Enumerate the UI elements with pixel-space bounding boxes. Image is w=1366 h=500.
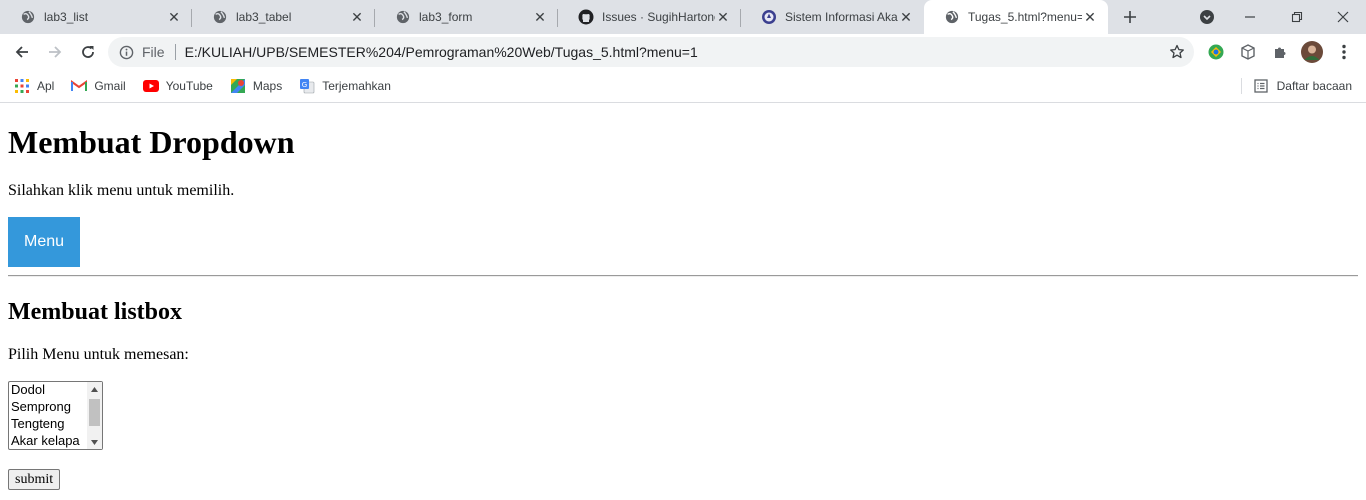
bookmark-star-icon[interactable] [1167,42,1187,62]
globe-icon [395,9,411,25]
close-tab-icon[interactable]: ✕ [715,9,731,25]
address-url[interactable]: E:/KULIAH/UPB/SEMESTER%204/Pemrograman%2… [185,44,1167,60]
reading-list[interactable]: Daftar bacaan [1240,70,1352,102]
address-divider [174,44,176,60]
menu-button[interactable]: Menu [8,217,80,267]
bookmark-youtube[interactable]: YouTube [142,78,213,94]
menu-listbox[interactable]: Dodol Semprong Tengteng Akar kelapa [8,381,103,450]
extension-green-icon[interactable] [1206,42,1226,62]
tab-sistem-informasi[interactable]: Sistem Informasi Akad ✕ [741,0,924,34]
back-arrow-icon[interactable] [8,38,36,66]
tab-strip: lab3_list ✕ lab3_tabel ✕ lab3_form ✕ Iss… [0,0,1366,34]
listbox-scrollbar[interactable] [87,382,102,449]
bookmark-label: Terjemahkan [322,79,391,93]
info-icon[interactable] [117,43,135,61]
bookmark-gmail[interactable]: Gmail [71,78,126,94]
extension-cube-icon[interactable] [1238,42,1258,62]
section-title: Membuat listbox [8,299,182,325]
tab-lab3-tabel[interactable]: lab3_tabel ✕ [192,0,375,34]
more-menu-icon[interactable] [1334,42,1354,62]
scheme-label: File [142,44,165,60]
globe-icon [20,9,36,25]
address-bar[interactable]: File E:/KULIAH/UPB/SEMESTER%204/Pemrogra… [108,37,1194,67]
tab-github-issues[interactable]: Issues · SugihHartono/ ✕ [558,0,741,34]
bookmarks-divider [1240,78,1242,94]
plus-icon[interactable] [1116,3,1144,31]
bookmark-maps[interactable]: Maps [230,78,282,94]
maps-icon [230,78,246,94]
reload-icon[interactable] [74,38,102,66]
tab-lab3-list[interactable]: lab3_list ✕ [0,0,192,34]
github-icon [578,9,594,25]
scroll-up-arrow-icon[interactable] [87,382,102,396]
bookmark-label: Apl [37,79,55,93]
scroll-down-arrow-icon[interactable] [87,435,102,449]
apps-grid-icon [14,78,30,94]
tab-search-icon[interactable] [1193,0,1221,34]
gmail-icon [71,78,88,94]
reading-list-icon [1253,78,1269,94]
restore-icon[interactable] [1283,0,1311,34]
tab-title: lab3_tabel [236,10,292,24]
tab-title: lab3_list [44,10,89,24]
close-tab-icon[interactable]: ✕ [1082,9,1098,25]
submit-button[interactable]: submit [8,469,61,490]
bookmark-label: YouTube [165,79,213,93]
translate-icon: G [299,78,315,94]
tab-title: Sistem Informasi Akad [785,10,898,24]
tab-title: Tugas_5.html?menu=1 [968,10,1082,24]
close-tab-icon[interactable]: ✕ [898,9,914,25]
minimize-icon[interactable] [1236,0,1264,34]
page-title: Membuat Dropdown [8,124,295,160]
globe-icon [212,9,228,25]
bookmark-apl[interactable]: Apl [14,78,54,94]
horizontal-rule [8,275,1358,277]
youtube-icon [142,78,159,94]
close-tab-icon[interactable]: ✕ [532,9,548,25]
reading-list-label: Daftar bacaan [1276,79,1352,93]
close-tab-icon[interactable]: ✕ [166,9,182,25]
close-window-icon[interactable] [1329,0,1357,34]
browser-toolbar: File E:/KULIAH/UPB/SEMESTER%204/Pemrogra… [0,34,1366,70]
tab-title: Issues · SugihHartono/ [602,10,715,24]
tab-tugas5-active[interactable]: Tugas_5.html?menu=1 ✕ [924,0,1108,34]
bookmark-terjemahkan[interactable]: G Terjemahkan [299,78,391,94]
tab-lab3-form[interactable]: lab3_form ✕ [375,0,558,34]
globe-icon [944,9,960,25]
forward-arrow-icon[interactable] [41,38,69,66]
tab-title: lab3_form [419,10,473,24]
page-content: Membuat Dropdown Silahkan klik menu untu… [0,124,1366,490]
bookmark-label: Gmail [94,79,126,93]
puzzle-icon[interactable] [1270,42,1290,62]
svg-text:G: G [302,81,307,89]
bookmarks-bar: Apl Gmail YouTube Maps G Terjemahkan Daf… [0,70,1366,103]
intro-text: Silahkan klik menu untuk memilih. [8,182,235,199]
close-tab-icon[interactable]: ✕ [349,9,365,25]
university-logo-icon [761,9,777,25]
listbox-prompt: Pilih Menu untuk memesan: [8,346,189,363]
scrollbar-thumb[interactable] [89,399,100,426]
avatar[interactable] [1300,40,1324,64]
bookmark-label: Maps [252,79,283,93]
